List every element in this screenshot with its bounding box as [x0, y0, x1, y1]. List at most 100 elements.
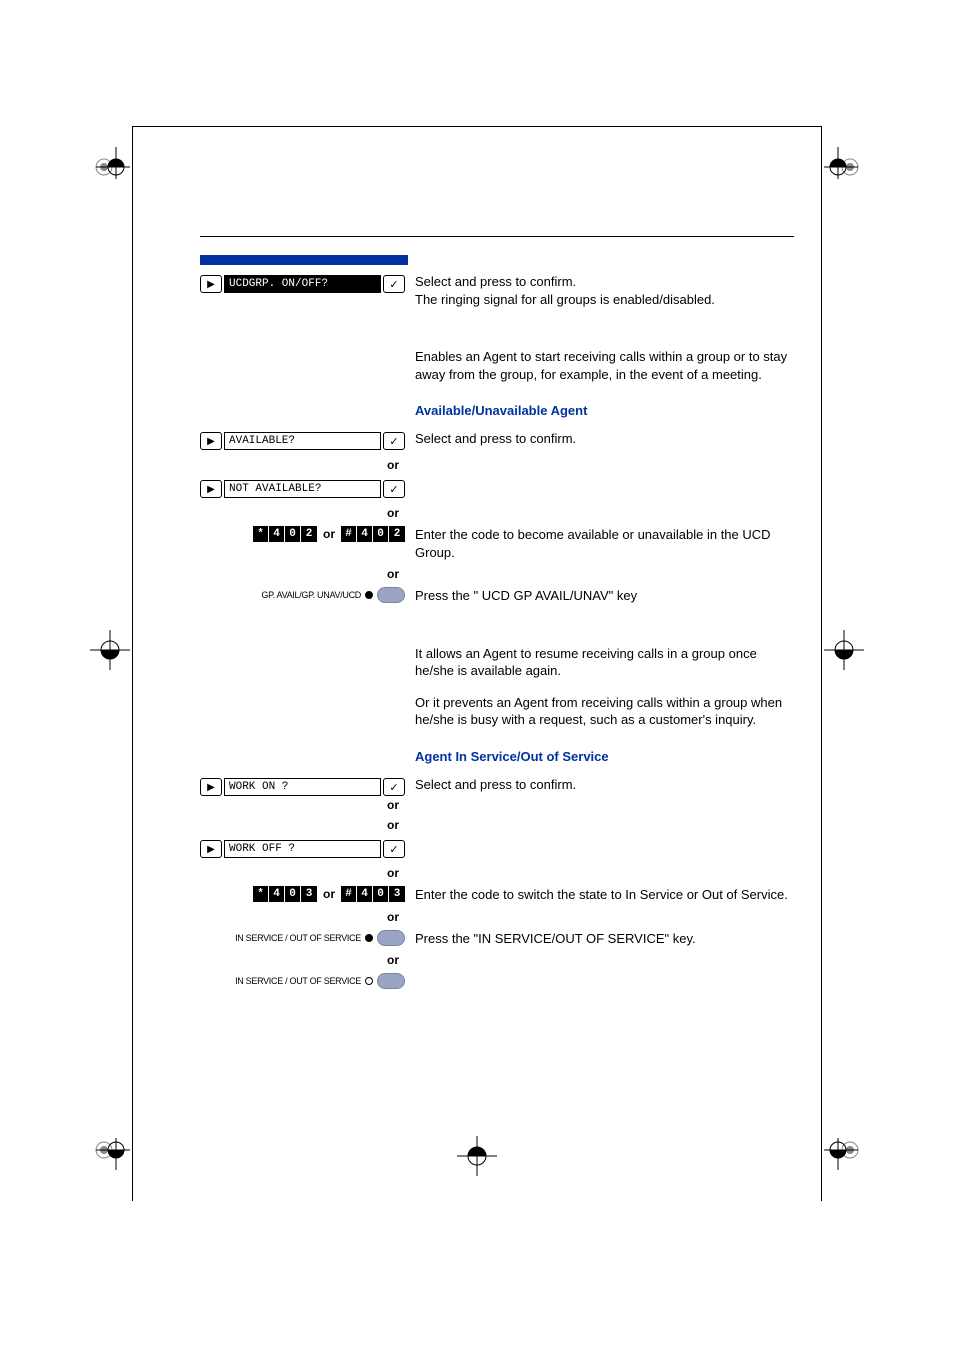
instruction-text: Enter the code to switch the state to In… [415, 886, 794, 904]
header-rule [200, 236, 794, 237]
left-column: or [200, 458, 405, 472]
lcd-text: AVAILABLE? [224, 432, 381, 450]
right-column: Select and press to confirm. [405, 430, 794, 448]
regmark-icon [90, 1136, 130, 1176]
regmark-icon [457, 1136, 497, 1176]
right-column: Select and press to confirm. [405, 776, 794, 794]
or-label: or [200, 506, 405, 520]
instruction-row: ▶WORK OFF ?✓ [200, 838, 794, 860]
instruction-row: or [200, 506, 794, 520]
code-digit: 4 [269, 526, 285, 542]
led-icon [365, 934, 373, 942]
instruction-row [200, 314, 794, 342]
feature-key-row: IN SERVICE / OUT OF SERVICE [200, 930, 405, 946]
scroll-arrow-icon: ▶ [200, 275, 222, 293]
left-column [200, 314, 405, 342]
instruction-row: Available/Unavailable Agent [200, 397, 794, 424]
instruction-text: Press the " UCD GP AVAIL/UNAV" key [415, 587, 794, 605]
code-digit: 0 [373, 526, 389, 542]
lcd-display-row: ▶UCDGRP. ON/OFF?✓ [200, 273, 405, 295]
code-digit: 4 [357, 526, 373, 542]
scroll-arrow-icon: ▶ [200, 840, 222, 858]
confirm-check-icon: ✓ [383, 275, 405, 293]
code-digit: # [341, 526, 357, 542]
confirm-check-icon: ✓ [383, 778, 405, 796]
instruction-row: *402or#402Enter the code to become avail… [200, 526, 794, 561]
key-label: GP. AVAIL/GP. UNAV/UCD [261, 590, 361, 600]
left-column: ▶AVAILABLE?✓ [200, 430, 405, 452]
code-digit: 3 [389, 886, 405, 902]
left-column: or [200, 818, 405, 832]
left-column: ▶WORK OFF ?✓ [200, 838, 405, 860]
feature-key-button [377, 587, 405, 603]
right-column: Or it prevents an Agent from receiving c… [405, 694, 794, 737]
right-column: Enter the code to switch the state to In… [405, 886, 794, 904]
key-label: IN SERVICE / OUT OF SERVICE [235, 933, 361, 943]
lcd-display-row: ▶NOT AVAILABLE?✓ [200, 478, 405, 500]
left-column: or [200, 953, 405, 967]
instruction-row: *403or#403Enter the code to switch the s… [200, 886, 794, 904]
right-column: Available/Unavailable Agent [405, 397, 794, 424]
body-paragraph: It allows an Agent to resume receiving c… [415, 645, 794, 680]
code-digit: 0 [285, 886, 301, 902]
or-label: or [323, 887, 335, 901]
instruction-row: ▶UCDGRP. ON/OFF?✓Select and press to con… [200, 273, 794, 308]
instruction-text: Select and press to confirm. [415, 776, 794, 794]
left-column [200, 611, 405, 639]
lcd-text: WORK ON ? [224, 778, 381, 796]
instruction-row: or [200, 818, 794, 832]
instruction-row: ▶WORK ON ?✓or Select and press to confirm… [200, 776, 794, 812]
right-column: Agent In Service/Out of Service [405, 743, 794, 770]
key-label: IN SERVICE / OUT OF SERVICE [235, 976, 361, 986]
feature-key-button [377, 930, 405, 946]
left-column: or [200, 567, 405, 581]
body-paragraph: Enables an Agent to start receiving call… [415, 348, 794, 383]
left-column: IN SERVICE / OUT OF SERVICE [200, 930, 405, 946]
regmark-icon [90, 141, 130, 181]
or-label: or [323, 527, 335, 541]
left-column: GP. AVAIL/GP. UNAV/UCD [200, 587, 405, 603]
or-label: or [200, 818, 405, 832]
lcd-display-row: ▶WORK OFF ?✓ [200, 838, 405, 860]
regmark-icon [90, 630, 130, 670]
lcd-display-row: ▶AVAILABLE?✓ [200, 430, 405, 452]
code-digit: 2 [389, 526, 405, 542]
crop-line [132, 126, 822, 127]
instruction-row: GP. AVAIL/GP. UNAV/UCD Press the " UCD GP… [200, 587, 794, 605]
page-content: ▶UCDGRP. ON/OFF?✓Select and press to con… [200, 255, 794, 995]
instruction-row: Agent In Service/Out of Service [200, 743, 794, 770]
code-digit: 2 [301, 526, 317, 542]
confirm-check-icon: ✓ [383, 480, 405, 498]
section-heading: Agent In Service/Out of Service [415, 749, 794, 764]
instruction-text: Select and press to confirm. [415, 430, 794, 448]
right-column: Enter the code to become available or un… [405, 526, 794, 561]
left-column: or [200, 506, 405, 520]
regmark-icon [824, 1136, 864, 1176]
code-digit: * [253, 526, 269, 542]
left-column: ▶UCDGRP. ON/OFF?✓ [200, 273, 405, 295]
led-icon [365, 977, 373, 985]
confirm-check-icon: ✓ [383, 840, 405, 858]
regmark-icon [824, 630, 864, 670]
instruction-row [200, 611, 794, 639]
code-digit: 4 [269, 886, 285, 902]
instruction-row: ▶AVAILABLE?✓ Select and press to confirm. [200, 430, 794, 452]
code-digit: * [253, 886, 269, 902]
right-column: Select and press to confirm. The ringing… [405, 273, 794, 308]
led-icon [365, 591, 373, 599]
left-column: ▶WORK ON ?✓or [200, 776, 405, 812]
instruction-row: It allows an Agent to resume receiving c… [200, 645, 794, 688]
feature-key-row: GP. AVAIL/GP. UNAV/UCD [200, 587, 405, 603]
feature-key-button [377, 973, 405, 989]
scroll-arrow-icon: ▶ [200, 480, 222, 498]
instruction-row: or [200, 458, 794, 472]
lcd-text: NOT AVAILABLE? [224, 480, 381, 498]
code-digit: 0 [373, 886, 389, 902]
right-column: Press the " UCD GP AVAIL/UNAV" key [405, 587, 794, 605]
left-column: or [200, 910, 405, 924]
instruction-row: ▶NOT AVAILABLE?✓ [200, 478, 794, 500]
or-label: or [200, 866, 405, 880]
right-column: Enables an Agent to start receiving call… [405, 348, 794, 391]
instruction-row: IN SERVICE / OUT OF SERVICE [200, 973, 794, 989]
regmark-icon [824, 141, 864, 181]
